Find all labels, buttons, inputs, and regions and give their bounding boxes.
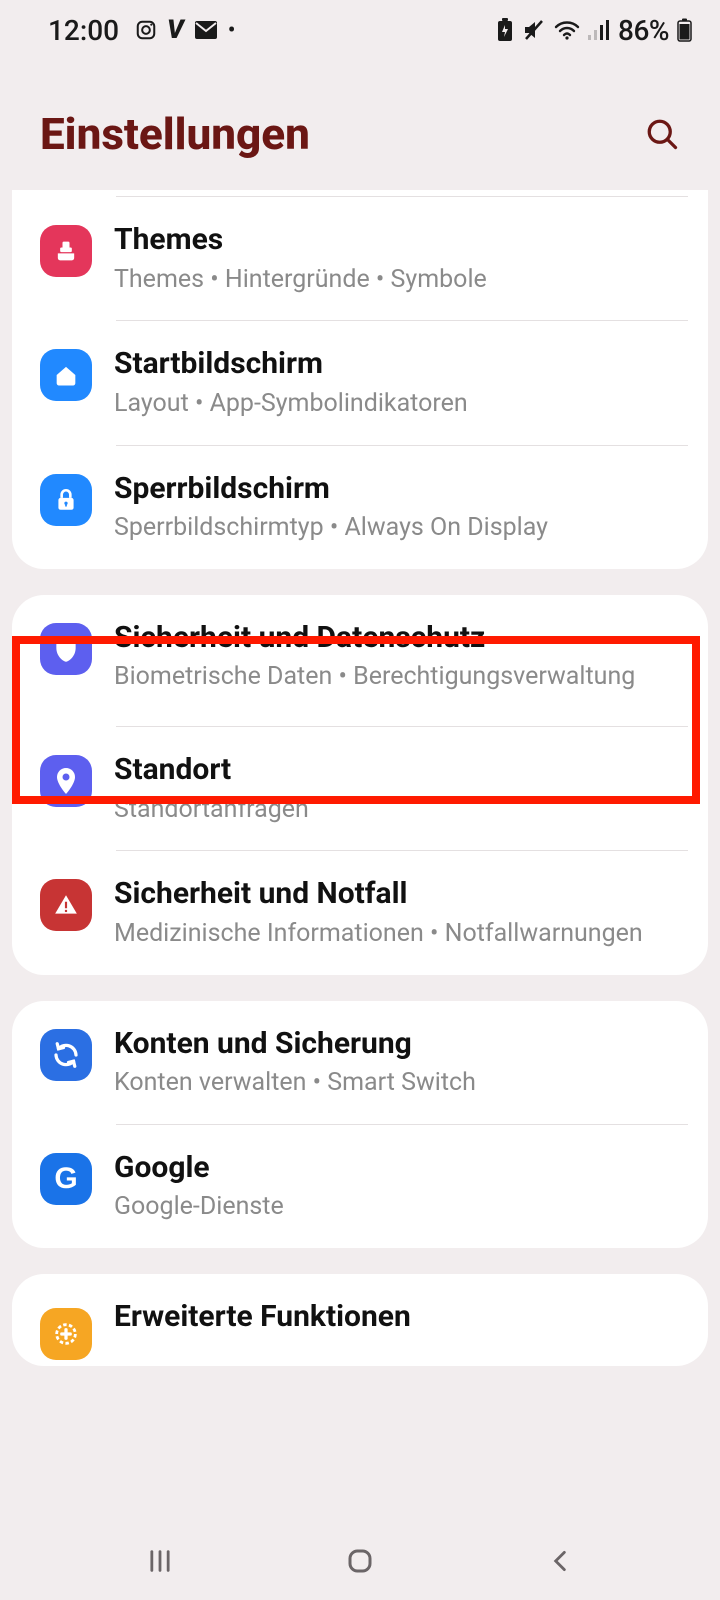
settings-item-advanced-features[interactable]: Erweiterte Funktionen	[12, 1274, 708, 1366]
nav-recents-button[interactable]	[130, 1541, 190, 1581]
advanced-plus-icon	[40, 1308, 92, 1360]
settings-item-location[interactable]: Standort Standortanfragen	[12, 727, 708, 850]
battery-percentage: 86%	[618, 14, 669, 47]
settings-item-google[interactable]: G Google Google-Dienste	[12, 1125, 708, 1248]
instagram-icon	[135, 19, 157, 41]
settings-item-emergency[interactable]: Sicherheit und Notfall Medizinische Info…	[12, 851, 708, 974]
item-title: Sperrbildschirm	[114, 470, 688, 508]
shield-icon	[40, 623, 92, 675]
google-icon: G	[40, 1153, 92, 1205]
item-subtitle: Layout • App-Symbolindikatoren	[114, 387, 688, 421]
page-title: Einstellungen	[40, 108, 310, 160]
location-pin-icon	[40, 755, 92, 807]
item-subtitle: Themes • Hintergründe • Symbole	[114, 263, 688, 297]
home-icon	[40, 349, 92, 401]
status-bar: 12:00 V • 86%	[0, 0, 720, 60]
vinted-icon: V	[167, 15, 184, 45]
item-subtitle: Standortanfragen	[114, 793, 688, 827]
item-title: Sicherheit und Datenschutz	[114, 619, 688, 657]
settings-group-display: Themes Themes • Hintergründe • Symbole S…	[12, 190, 708, 569]
alert-icon	[40, 879, 92, 931]
settings-group-accounts: Konten und Sicherung Konten verwalten • …	[12, 1001, 708, 1249]
nav-home-button[interactable]	[330, 1541, 390, 1581]
settings-item-accounts-backup[interactable]: Konten und Sicherung Konten verwalten • …	[12, 1001, 708, 1124]
item-title: Erweiterte Funktionen	[114, 1298, 688, 1336]
item-title: Sicherheit und Notfall	[114, 875, 688, 913]
more-dot-icon: •	[228, 18, 236, 43]
status-left: 12:00 V •	[48, 14, 235, 47]
settings-group-advanced: Erweiterte Funktionen	[12, 1274, 708, 1366]
system-nav-bar	[0, 1522, 720, 1600]
settings-item-lockscreen[interactable]: Sperrbildschirm Sperrbildschirmtyp • Alw…	[12, 446, 708, 569]
sync-icon	[40, 1029, 92, 1081]
item-title: Startbildschirm	[114, 345, 688, 383]
item-subtitle: Medizinische Informationen • Notfallwarn…	[114, 917, 688, 951]
settings-item-security-privacy[interactable]: Sicherheit und Datenschutz Biometrische …	[12, 595, 708, 718]
settings-header: Einstellungen	[0, 60, 720, 190]
battery-icon	[677, 18, 692, 42]
settings-item-themes[interactable]: Themes Themes • Hintergründe • Symbole	[12, 197, 708, 320]
mute-icon	[522, 19, 546, 41]
status-time: 12:00	[48, 14, 119, 47]
battery-saver-icon	[496, 18, 514, 42]
mail-icon	[194, 20, 218, 40]
settings-item-homescreen[interactable]: Startbildschirm Layout • App-Symbolindik…	[12, 321, 708, 444]
item-title: Google	[114, 1149, 688, 1187]
signal-icon	[588, 20, 610, 40]
item-title: Konten und Sicherung	[114, 1025, 688, 1063]
settings-group-security: Sicherheit und Datenschutz Biometrische …	[12, 595, 708, 975]
item-subtitle: Google-Dienste	[114, 1190, 688, 1224]
status-right: 86%	[496, 14, 692, 47]
item-title: Themes	[114, 221, 688, 259]
item-subtitle: Sperrbildschirmtyp • Always On Display	[114, 511, 688, 545]
nav-back-button[interactable]	[530, 1541, 590, 1581]
item-subtitle: Biometrische Daten • Berechtigungsverwal…	[114, 660, 688, 694]
item-subtitle: Konten verwalten • Smart Switch	[114, 1066, 688, 1100]
search-button[interactable]	[640, 112, 684, 156]
item-title: Standort	[114, 751, 688, 789]
wifi-icon	[554, 20, 580, 40]
themes-icon	[40, 225, 92, 277]
lock-icon	[40, 474, 92, 526]
